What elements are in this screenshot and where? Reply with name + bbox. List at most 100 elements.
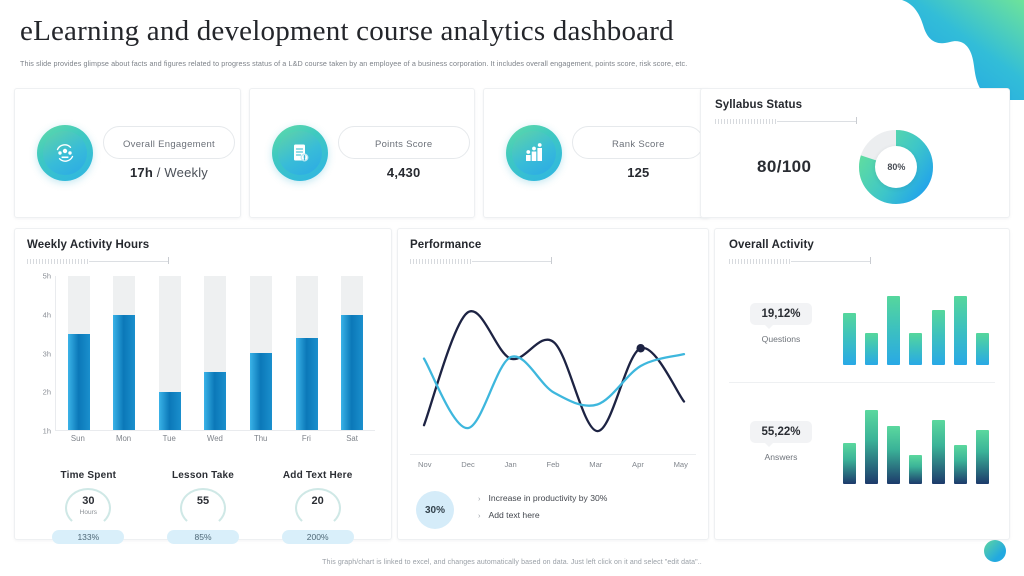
x-tick-label: Apr	[632, 460, 644, 469]
kpi-value-strong: 4,430	[386, 165, 421, 180]
performance-bubble: 30%	[416, 491, 454, 529]
mini-bar[interactable]	[975, 429, 989, 484]
kpi-card-points-score[interactable]: Points Score 4,430	[248, 88, 476, 218]
performance-line-chart	[410, 278, 696, 452]
performance-item-label: Add text here	[488, 510, 540, 520]
bar-column[interactable]	[204, 276, 227, 430]
line-series-series-light	[422, 353, 686, 430]
bar-plot-area	[55, 276, 375, 431]
mini-bar[interactable]	[843, 443, 856, 484]
mini-bar[interactable]	[953, 444, 967, 484]
gauge-percent: 85%	[167, 530, 239, 544]
gauge-percent: 200%	[281, 530, 354, 544]
performance-item: › Add text here	[478, 510, 607, 520]
mini-bar[interactable]	[887, 296, 901, 365]
x-tick-label: May	[673, 460, 688, 469]
bar-fill	[204, 372, 227, 430]
people-engagement-icon	[37, 125, 93, 181]
x-tick-label: Sat	[346, 434, 358, 443]
y-tick-label: 3h	[42, 349, 51, 358]
gauge-title: Add Text Here	[282, 470, 353, 481]
bar-column[interactable]	[295, 276, 318, 430]
kpi-label-pill: Points Score	[337, 126, 470, 159]
performance-legend: 30% › Increase in productivity by 30% › …	[410, 491, 696, 529]
gauge-ring: 20	[294, 488, 341, 528]
performance-item: › Increase in productivity by 30%	[478, 493, 607, 503]
mini-bar[interactable]	[887, 426, 901, 484]
bar-fill	[67, 333, 90, 430]
gauge-time-spent[interactable]: Time Spent 30 Hours 133%	[31, 470, 146, 544]
activity-label: Answers	[764, 452, 798, 462]
kpi-card-overall-engagement[interactable]: Overall Engagement 17h / Weekly	[14, 88, 241, 218]
weekly-activity-panel: Weekly Activity Hours 1h 2h 3h 4h 5h Sun Mon T…	[14, 228, 392, 544]
mini-bar[interactable]	[931, 419, 945, 484]
mini-bar[interactable]	[865, 333, 879, 365]
page-header: eLearning and development course analyti…	[0, 0, 1024, 68]
gauge-number: 55	[196, 495, 210, 507]
bar-fill	[113, 314, 136, 430]
y-tick-label: 4h	[42, 310, 51, 320]
gauge-unit: Hours	[79, 509, 97, 516]
bar-column[interactable]	[250, 276, 273, 430]
mini-bar[interactable]	[909, 454, 923, 484]
x-tick-label: Jan	[504, 460, 517, 469]
activity-value-chip: 19,12%	[750, 302, 812, 329]
kpi-value: 4,430	[338, 165, 470, 180]
answers-bar-chart	[833, 400, 995, 484]
x-tick-label: Feb	[546, 460, 560, 469]
clipboard-points-icon	[271, 125, 328, 181]
x-tick-label: Wed	[207, 434, 223, 443]
gauge-lesson-take[interactable]: Lesson Take 55 85%	[146, 470, 261, 544]
title-rule	[729, 256, 879, 264]
bar-fill	[295, 337, 318, 430]
gauge-ring: 55	[180, 488, 226, 528]
page-subtitle: This slide provides glimpse about facts …	[20, 58, 688, 68]
kpi-label-pill: Rank Score	[572, 126, 705, 159]
title-rule	[715, 116, 865, 124]
kpi-value: 125	[572, 165, 704, 180]
gauge-percent: 133%	[52, 530, 125, 544]
gauge-ring: 30 Hours	[65, 488, 112, 528]
data-point-marker[interactable]	[636, 344, 645, 353]
mini-bar[interactable]	[931, 309, 945, 365]
x-tick-label: Mar	[589, 460, 603, 469]
mini-bar[interactable]	[843, 312, 856, 365]
mini-bar[interactable]	[865, 409, 879, 484]
y-tick-label: 1h	[42, 426, 51, 436]
section-title: Syllabus Status	[715, 99, 803, 111]
x-tick-label: Mon	[115, 434, 132, 443]
kpi-label: Points Score	[374, 139, 433, 150]
gauge-number: 30	[82, 495, 95, 507]
kpi-card-rank-score[interactable]: Rank Score 125	[483, 88, 711, 218]
x-tick-label: Sun	[70, 434, 85, 443]
kpi-label: Overall Engagement	[122, 139, 215, 150]
mini-bar[interactable]	[975, 333, 989, 365]
overall-activity-panel: Overall Activity 19,12% Questions 55,22%…	[714, 228, 1010, 540]
kpi-label: Rank Score	[612, 139, 665, 150]
bar-column[interactable]	[158, 276, 181, 430]
gauge-title: Lesson Take	[171, 470, 235, 481]
syllabus-donut-chart: 80%	[857, 128, 935, 206]
donut-center-label: 80%	[875, 146, 918, 188]
performance-panel: Performance Nov Dec Jan Feb Mar Apr May 30% › …	[397, 228, 709, 540]
bar-column[interactable]	[113, 276, 136, 430]
activity-block-questions: 19,12% Questions	[729, 264, 995, 382]
kpi-value-strong: 17h	[129, 165, 153, 180]
kpi-row: Overall Engagement 17h / Weekly Points S…	[14, 88, 711, 218]
bar-fill	[250, 353, 273, 430]
chevron-right-icon: ›	[478, 511, 481, 520]
weekly-bar-chart: 1h 2h 3h 4h 5h Sun Mon Tue Wed Thu Fri Sat	[27, 272, 379, 444]
mini-bar[interactable]	[953, 296, 967, 365]
gauge-title: Time Spent	[60, 470, 117, 481]
x-tick-label: Dec	[461, 460, 475, 469]
x-axis-labels: Nov Dec Jan Feb Mar Apr May	[410, 454, 696, 469]
mini-bar[interactable]	[909, 333, 923, 365]
chevron-right-icon: ›	[478, 494, 481, 503]
bar-column[interactable]	[341, 276, 364, 430]
y-tick-label: 5h	[42, 271, 51, 281]
bar-fill	[341, 314, 364, 430]
gauge-add-text-here[interactable]: Add Text Here 20 200%	[260, 470, 375, 544]
bar-column[interactable]	[67, 276, 90, 430]
footer-note: This graph/chart is linked to excel, and…	[322, 559, 702, 566]
title-rule	[410, 256, 560, 264]
